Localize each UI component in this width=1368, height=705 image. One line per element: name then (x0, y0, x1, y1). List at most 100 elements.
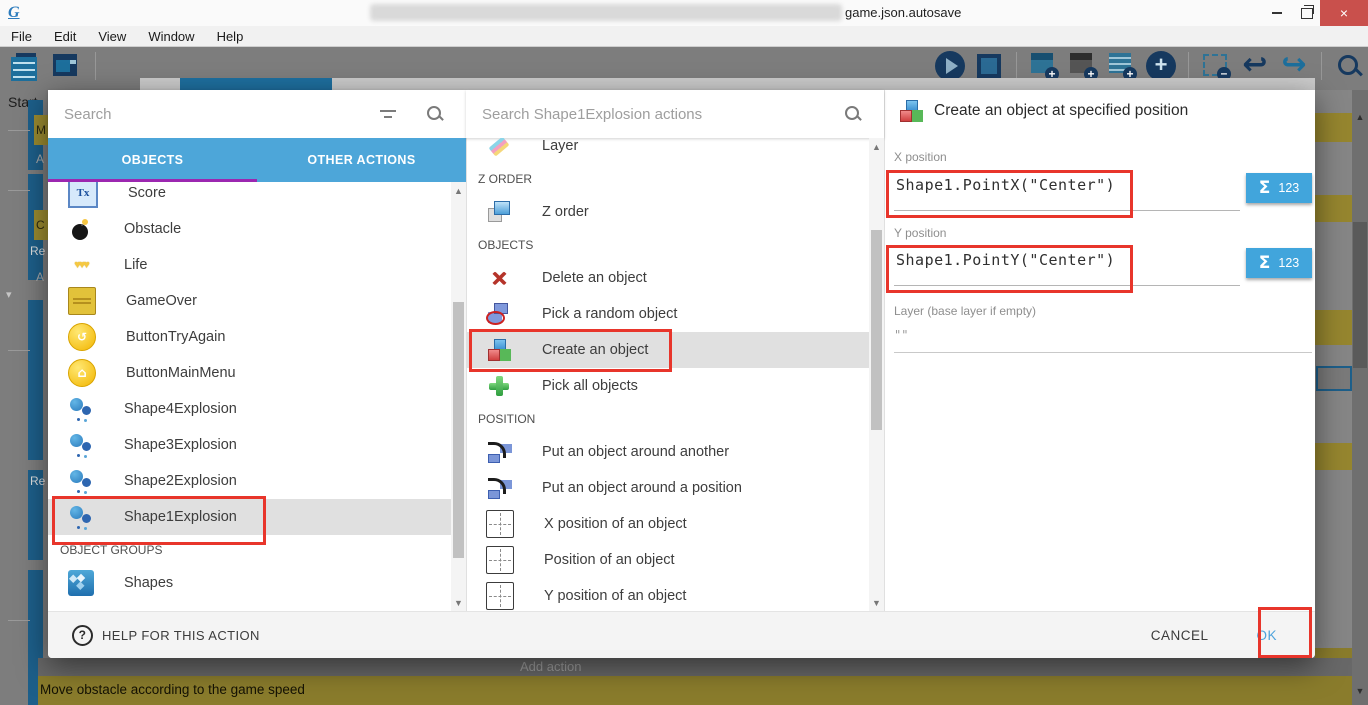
actions-scrollbar[interactable]: ▲ ▼ (869, 138, 884, 612)
help-button[interactable]: ? HELP FOR THIS ACTION (72, 625, 260, 646)
section-z-order[interactable]: Z ORDER (466, 164, 884, 194)
hearts-icon (68, 252, 94, 278)
item-z-order[interactable]: Z order (466, 194, 884, 230)
redo-icon[interactable]: ↪ (1279, 51, 1309, 81)
event-connector (8, 190, 30, 191)
restore-button[interactable] (1292, 0, 1322, 26)
item-view[interactable]: View (87, 29, 137, 44)
item-gameover[interactable]: GameOver (48, 283, 466, 319)
event-comment-sliver (1315, 443, 1352, 470)
toolbar-separator (1321, 52, 1322, 80)
section-position[interactable]: POSITION (466, 404, 884, 434)
item-help[interactable]: Help (206, 29, 255, 44)
tab-objects[interactable]: OBJECTS (48, 138, 257, 182)
ok-button[interactable]: OK (1256, 628, 1277, 643)
search-icon[interactable] (844, 105, 862, 123)
objects-scrollbar[interactable]: ▲ ▼ (451, 182, 466, 612)
play-icon[interactable] (935, 51, 965, 81)
item-position-of-an-object[interactable]: Position of an object (466, 542, 884, 578)
toolbar-right: ↩ ↪ (935, 51, 1364, 81)
put-around-icon (486, 439, 512, 465)
actions-panel: Layer Z ORDER Z order OBJECTS Delete an … (466, 90, 885, 612)
undo-icon[interactable]: ↩ (1240, 51, 1270, 81)
objects-tabbar: OBJECTS OTHER ACTIONS (48, 138, 466, 182)
section-object-groups[interactable]: OBJECT GROUPS (48, 535, 466, 565)
action-title: Create an object at specified position (934, 102, 1188, 120)
scroll-down-icon[interactable]: ▼ (869, 598, 884, 608)
clipped-label: A (36, 270, 44, 284)
scene-editor-icon[interactable] (50, 51, 80, 81)
scroll-up-icon[interactable]: ▲ (1354, 112, 1366, 122)
x-position-input[interactable] (894, 175, 1228, 195)
layer-input[interactable]: "" (894, 328, 908, 342)
event-comment-sliver (1315, 310, 1352, 345)
input-underline (894, 352, 1312, 353)
filter-icon[interactable] (380, 108, 398, 120)
item-window[interactable]: Window (137, 29, 205, 44)
item-buttontryagain[interactable]: ButtonTryAgain (48, 319, 466, 355)
item-shapes[interactable]: Shapes (48, 565, 466, 601)
minimize-button[interactable] (1262, 0, 1292, 26)
add-special-event-icon[interactable] (1146, 51, 1176, 81)
scroll-up-icon[interactable]: ▲ (451, 186, 466, 196)
create-object-icon (486, 337, 512, 363)
background-scrollbar-thumb[interactable] (1353, 222, 1367, 368)
search-icon[interactable] (1334, 51, 1364, 81)
section-objects[interactable]: OBJECTS (466, 230, 884, 260)
item-shape3explosion[interactable]: Shape3Explosion (48, 427, 466, 463)
item-obstacle[interactable]: Obstacle (48, 211, 466, 247)
y-position-label: Y position (894, 226, 946, 240)
y-position-input[interactable] (894, 250, 1228, 270)
item-delete-an-object[interactable]: Delete an object (466, 260, 884, 296)
item-shape4explosion[interactable]: Shape4Explosion (48, 391, 466, 427)
redacted-title-blur (370, 4, 842, 21)
event-connector (8, 350, 30, 351)
window-title: game.json.autosave (845, 5, 961, 20)
item-shape1explosion[interactable]: Shape1Explosion (48, 499, 466, 535)
scrollbar-thumb[interactable] (453, 302, 464, 558)
layer-label: Layer (base layer if empty) (894, 304, 1036, 318)
position-icon (486, 582, 514, 610)
add-subevent-icon[interactable] (1107, 51, 1137, 81)
add-comment-icon[interactable] (1068, 51, 1098, 81)
add-event-icon[interactable] (1029, 51, 1059, 81)
debugger-icon[interactable] (977, 54, 1001, 78)
sigma-icon: Σ (1259, 178, 1271, 198)
item-put-an-object-around-another[interactable]: Put an object around another (466, 434, 884, 470)
background-scrollbar[interactable] (1352, 90, 1368, 705)
scroll-up-icon[interactable]: ▲ (869, 142, 884, 152)
item-edit[interactable]: Edit (43, 29, 87, 44)
search-icon[interactable] (426, 105, 444, 123)
item-buttonmainmenu[interactable]: ButtonMainMenu (48, 355, 466, 391)
clipped-label: Re (30, 474, 45, 488)
y-expression-editor-button[interactable]: Σ 123 (1246, 248, 1312, 278)
item-file[interactable]: File (0, 29, 43, 44)
close-button[interactable]: × (1320, 0, 1368, 26)
item-y-position-of-an-object[interactable]: Y position of an object (466, 578, 884, 612)
position-icon (486, 510, 514, 538)
x-expression-editor-button[interactable]: Σ 123 (1246, 173, 1312, 203)
cancel-button[interactable]: CANCEL (1151, 628, 1209, 643)
clipped-label: A (36, 152, 44, 166)
item-create-an-object[interactable]: Create an object (466, 332, 884, 368)
delete-event-icon[interactable] (1201, 51, 1231, 81)
tab-other-actions[interactable]: OTHER ACTIONS (257, 138, 466, 182)
item-layer[interactable]: Layer (466, 138, 884, 164)
sigma-icon: Σ (1259, 253, 1271, 273)
scrollbar-thumb[interactable] (871, 230, 882, 430)
scroll-down-icon[interactable]: ▼ (451, 598, 466, 608)
item-score[interactable]: Score (48, 182, 466, 211)
item-put-an-object-around-a-position[interactable]: Put an object around a position (466, 470, 884, 506)
item-pick-all-objects[interactable]: Pick all objects (466, 368, 884, 404)
gdevelop-logo-icon (8, 4, 26, 22)
particles-icon (68, 468, 94, 494)
item-shape2explosion[interactable]: Shape2Explosion (48, 463, 466, 499)
item-pick-a-random-object[interactable]: Pick a random object (466, 296, 884, 332)
scroll-down-icon[interactable]: ▼ (1354, 686, 1366, 696)
actions-search-input[interactable] (466, 106, 844, 123)
objects-search-input[interactable] (48, 106, 380, 123)
item-life[interactable]: Life (48, 247, 466, 283)
event-comment-text: Move obstacle according to the game spee… (40, 682, 305, 697)
item-x-position-of-an-object[interactable]: X position of an object (466, 506, 884, 542)
project-manager-icon[interactable] (8, 51, 38, 81)
